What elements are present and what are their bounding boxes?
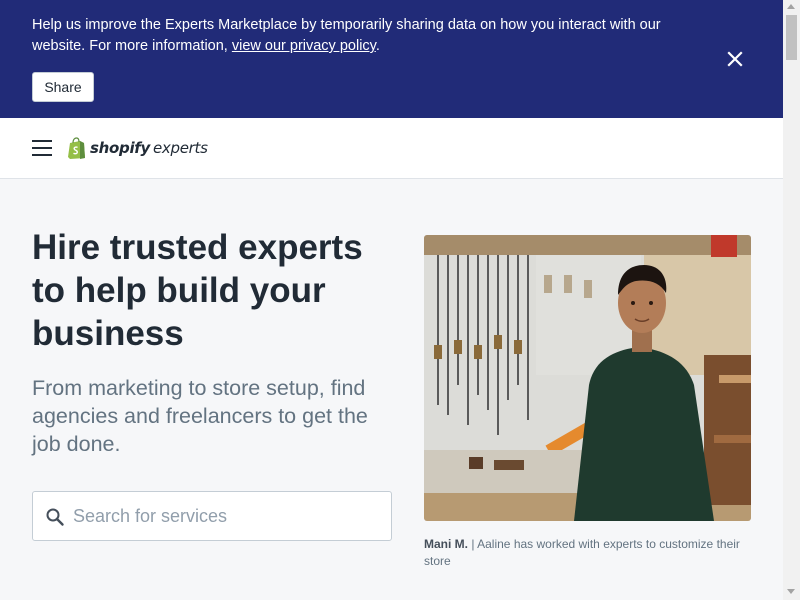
banner-suffix: . bbox=[375, 38, 380, 54]
search-input[interactable] bbox=[73, 492, 385, 540]
hero-subtitle: From marketing to store setup, find agen… bbox=[32, 376, 368, 456]
consent-banner: Help us improve the Experts Marketplace … bbox=[0, 0, 783, 118]
close-banner-button[interactable] bbox=[724, 48, 746, 70]
workshop-photo bbox=[424, 235, 751, 521]
shopify-experts-logo[interactable]: shopify experts bbox=[67, 136, 208, 160]
logo-sub: experts bbox=[153, 139, 208, 157]
search-icon bbox=[46, 508, 64, 526]
caption-text: | Aaline has worked with experts to cust… bbox=[424, 537, 740, 568]
shopify-bag-icon bbox=[68, 136, 85, 159]
hero-title: Hire trusted experts to help build your … bbox=[32, 228, 363, 353]
scroll-thumb[interactable] bbox=[786, 15, 797, 60]
menu-button[interactable] bbox=[32, 139, 52, 157]
share-button[interactable]: Share bbox=[32, 72, 94, 102]
hamburger-icon bbox=[32, 140, 52, 142]
hero-photo bbox=[424, 235, 751, 521]
caption-name: Mani M. bbox=[424, 537, 468, 551]
scroll-up-arrow-icon[interactable] bbox=[787, 4, 795, 9]
search-box bbox=[32, 491, 392, 541]
banner-message: Help us improve the Experts Marketplace … bbox=[32, 15, 692, 57]
privacy-policy-link[interactable]: view our privacy policy bbox=[232, 38, 376, 54]
scroll-down-arrow-icon[interactable] bbox=[787, 589, 795, 594]
close-icon bbox=[727, 51, 743, 67]
logo-word: shopify bbox=[90, 139, 150, 157]
site-header: shopify experts bbox=[0, 118, 783, 179]
photo-caption: Mani M. | Aaline has worked with experts… bbox=[424, 536, 754, 570]
page-scrollbar[interactable] bbox=[783, 0, 800, 600]
